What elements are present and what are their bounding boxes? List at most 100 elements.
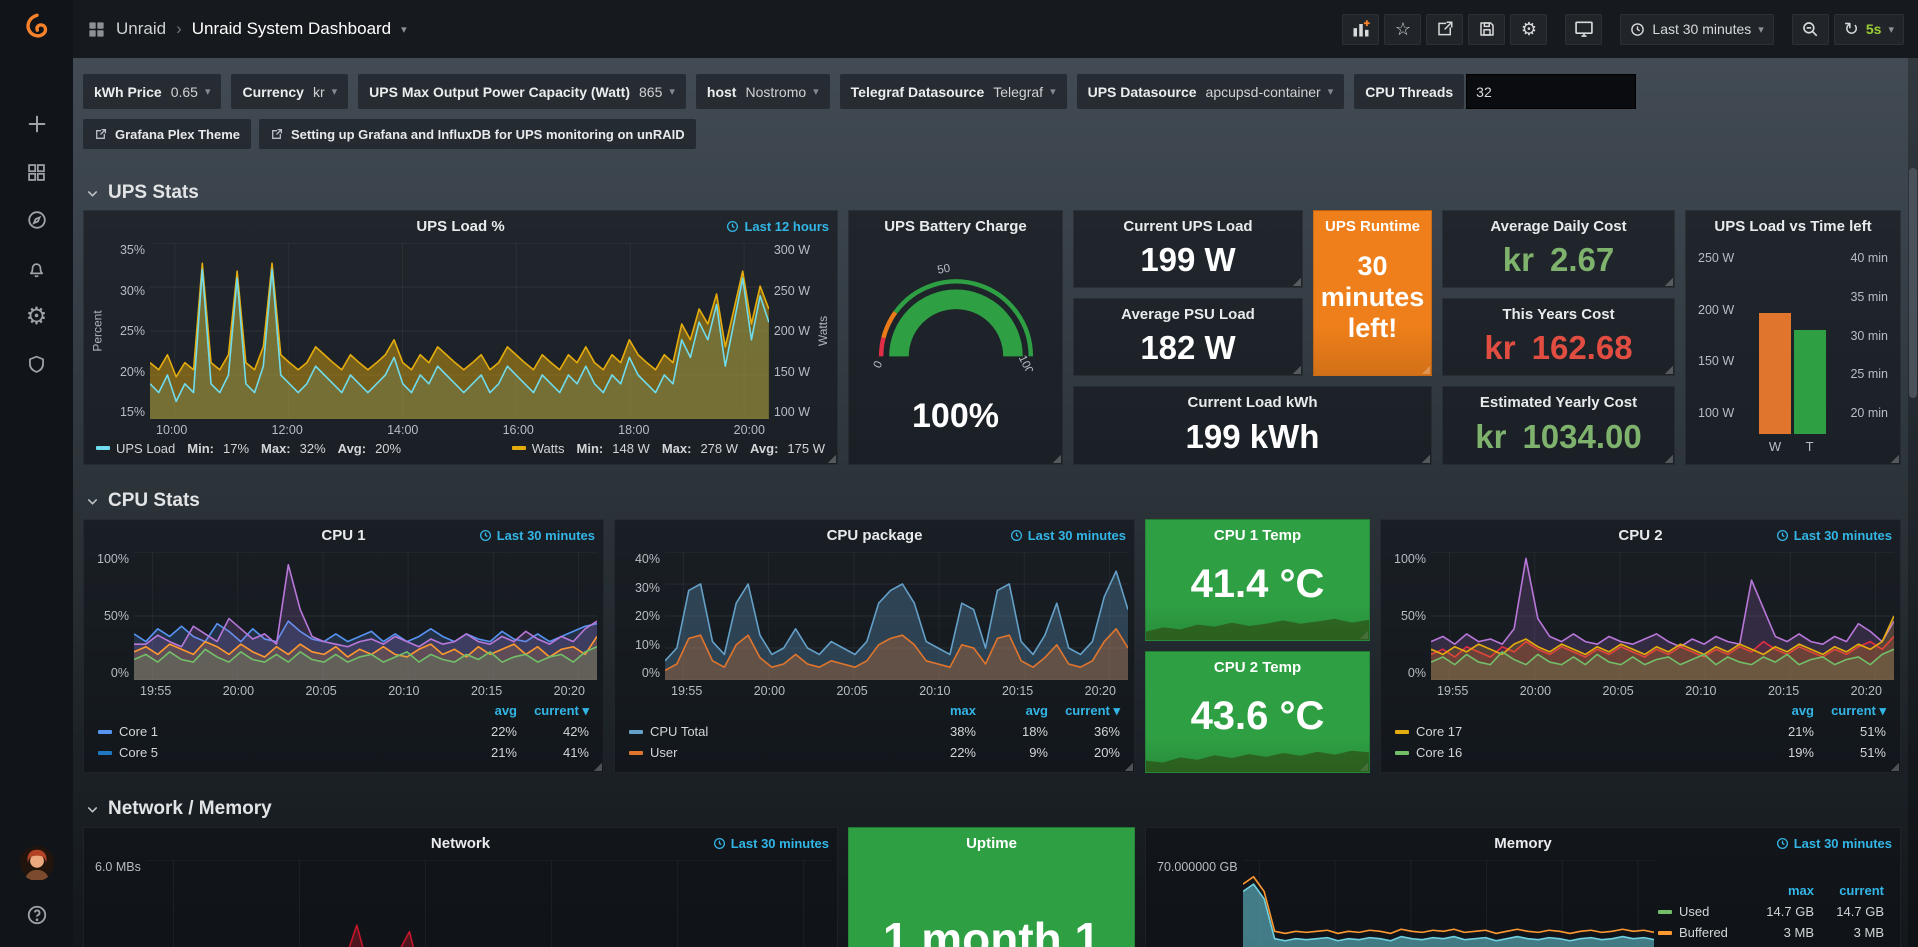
legend-sort-current[interactable]: current ▾ <box>517 703 589 719</box>
dashboard-settings-button[interactable]: ⚙ <box>1510 14 1547 45</box>
legend-sort-avg[interactable]: avg <box>1742 703 1814 718</box>
legend-value: 3 MB <box>1744 925 1814 940</box>
bar-label: T <box>1794 439 1826 454</box>
legend-sort-max[interactable]: max <box>1744 883 1814 898</box>
variable-dropdown[interactable]: UPS Max Output Power Capacity (Watt)865▾ <box>358 74 686 109</box>
panel-title[interactable]: UPS Runtime <box>1325 218 1420 235</box>
chart-svg <box>134 552 597 680</box>
panel-title[interactable]: Memory <box>1494 835 1552 852</box>
panel-title[interactable]: Current UPS Load <box>1123 218 1252 235</box>
series-name[interactable]: Buffered <box>1679 925 1728 940</box>
panel-title[interactable]: Average Daily Cost <box>1490 218 1626 235</box>
clock-icon <box>1630 22 1645 37</box>
panel-title[interactable]: CPU 1 Temp <box>1214 527 1301 544</box>
legend-sort-current[interactable]: current ▾ <box>1048 703 1120 719</box>
chevron-down-icon[interactable]: ▾ <box>401 23 407 36</box>
gear-icon: ⚙ <box>1521 20 1537 38</box>
panel-header: CPU 2Last 30 minutes <box>1381 520 1900 550</box>
y-tick-label: 70.000000 GB <box>1157 860 1238 874</box>
clock-icon <box>1776 837 1789 850</box>
bar-label: W <box>1759 439 1791 454</box>
panel-title[interactable]: Uptime <box>966 835 1017 852</box>
series-name[interactable]: Core 1 <box>119 724 158 739</box>
series-swatch <box>512 446 526 450</box>
stat: 199 kWh <box>1074 415 1431 458</box>
series-name[interactable]: CPU Total <box>650 724 708 739</box>
help-icon[interactable] <box>14 895 60 935</box>
series-name[interactable]: Used <box>1679 904 1709 919</box>
x-tick-label: 20:10 <box>1685 684 1716 698</box>
legend-sort-current[interactable]: current ▾ <box>1814 703 1886 719</box>
star-button[interactable]: ☆ <box>1384 14 1421 45</box>
stat-value: 199 kWh <box>1186 418 1320 456</box>
variable-input[interactable] <box>1466 74 1636 109</box>
panel-title[interactable]: This Years Cost <box>1502 306 1614 323</box>
panel-title[interactable]: Current Load kWh <box>1188 394 1318 411</box>
panel-title[interactable]: UPS Load vs Time left <box>1714 218 1871 235</box>
dashboard-link[interactable]: Setting up Grafana and InfluxDB for UPS … <box>259 119 696 149</box>
legend-sort-max[interactable]: max <box>904 703 976 718</box>
panel-title[interactable]: CPU 1 <box>321 527 365 544</box>
share-button[interactable] <box>1426 14 1463 45</box>
dashboards-icon[interactable] <box>14 152 60 192</box>
series-swatch <box>98 751 112 755</box>
panel-title[interactable]: CPU package <box>827 527 923 544</box>
panel-ups-load-vs-time-left: UPS Load vs Time left250 W200 W150 W100 … <box>1685 210 1901 465</box>
y-tick-label: 40 min <box>1850 251 1888 265</box>
time-picker-button[interactable]: Last 30 minutes ▾ <box>1620 14 1773 45</box>
breadcrumb-dashboard[interactable]: Unraid System Dashboard <box>192 19 391 39</box>
create-icon[interactable] <box>14 104 60 144</box>
panel-title[interactable]: CPU 2 Temp <box>1214 659 1301 676</box>
legend-sort-avg[interactable]: avg <box>976 703 1048 718</box>
legend-value: 14.7 GB <box>1814 904 1884 919</box>
section-header-ups-stats[interactable]: UPS Stats <box>85 182 199 204</box>
panel-title[interactable]: Estimated Yearly Cost <box>1480 394 1637 411</box>
variable-dropdown[interactable]: UPS Datasourceapcupsd-container▾ <box>1077 74 1345 109</box>
scrollbar-track[interactable] <box>1908 58 1918 947</box>
variable-dropdown[interactable]: Currencykr▾ <box>231 74 348 109</box>
section-header-cpu-stats[interactable]: CPU Stats <box>85 490 200 512</box>
user-avatar[interactable] <box>14 843 60 883</box>
scrollbar-thumb[interactable] <box>1909 168 1917 398</box>
series-name[interactable]: UPS Load <box>116 441 175 456</box>
cycle-view-button[interactable] <box>1565 14 1602 45</box>
variable-dropdown[interactable]: hostNostromo▾ <box>696 74 830 109</box>
panel-title[interactable]: UPS Load % <box>416 218 504 235</box>
refresh-button[interactable]: ↻ 5s ▾ <box>1834 14 1904 45</box>
legend-sort-avg[interactable]: avg <box>445 703 517 718</box>
legend-stat-key: Min: <box>187 441 214 456</box>
panel-title[interactable]: Average PSU Load <box>1121 306 1255 323</box>
series-name[interactable]: Core 5 <box>119 745 158 760</box>
legend-stat-value: 17% <box>223 441 249 456</box>
section-header-network-memory[interactable]: Network / Memory <box>85 798 272 820</box>
variable-dropdown[interactable]: Telegraf DatasourceTelegraf▾ <box>840 74 1067 109</box>
configuration-gear-icon[interactable]: ⚙ <box>14 296 60 336</box>
panel-title[interactable]: UPS Battery Charge <box>884 218 1027 235</box>
server-admin-shield-icon[interactable] <box>14 344 60 384</box>
legend-row: Buffered3 MB3 MB <box>1658 922 1884 943</box>
explore-icon[interactable] <box>14 200 60 240</box>
variable-value: kr <box>313 84 325 100</box>
y-axis-left: 40%30%20%10%0% <box>621 552 665 680</box>
legend-sort-current[interactable]: current <box>1814 883 1884 898</box>
panel-title[interactable]: Network <box>431 835 490 852</box>
plot-area <box>665 552 1128 680</box>
series-name[interactable]: User <box>650 745 677 760</box>
panel-title[interactable]: CPU 2 <box>1618 527 1662 544</box>
breadcrumb-folder[interactable]: Unraid <box>116 19 166 39</box>
dashboard-link[interactable]: Grafana Plex Theme <box>83 119 251 149</box>
gauge-tick-label: 50 <box>936 263 951 277</box>
save-button[interactable] <box>1468 14 1505 45</box>
series-name[interactable]: Watts <box>532 441 565 456</box>
variable-dropdown[interactable]: kWh Price0.65▾ <box>83 74 221 109</box>
chart-main: 6.0 MBs4.0 MBs2.0 MBs <box>90 860 831 947</box>
series-name[interactable]: Core 16 <box>1416 745 1462 760</box>
add-panel-button[interactable] <box>1342 14 1379 45</box>
y-tick-label: 20% <box>635 609 660 623</box>
section-title: CPU Stats <box>108 490 200 512</box>
grafana-logo[interactable] <box>14 8 60 48</box>
zoom-out-button[interactable] <box>1792 14 1829 45</box>
series-name[interactable]: Core 17 <box>1416 724 1462 739</box>
panel-resize-handle[interactable] <box>1421 365 1430 374</box>
alerting-bell-icon[interactable] <box>14 248 60 288</box>
